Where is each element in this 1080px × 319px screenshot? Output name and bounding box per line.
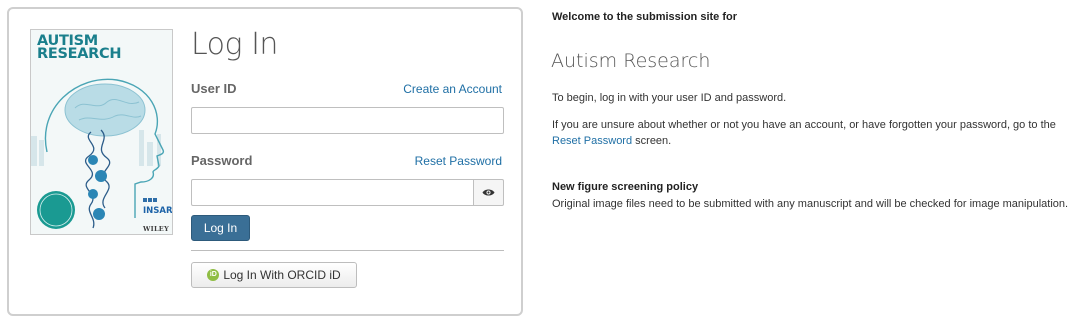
journal-name: Autism Research [551, 50, 711, 72]
account-help-text-end: screen. [632, 135, 672, 147]
orcid-icon: iD [207, 269, 220, 281]
user-id-input[interactable] [191, 107, 504, 134]
reset-password-link[interactable]: Reset Password [415, 154, 502, 168]
orcid-button-label: Log In With ORCID iD [223, 268, 341, 282]
journal-cover-image: AUTISM RESEARCH INSAR WILEY [30, 29, 173, 235]
password-label: Password [191, 153, 253, 168]
cover-publisher: WILEY [143, 225, 170, 233]
password-field-group [191, 179, 504, 206]
user-id-label: User ID [191, 81, 237, 96]
create-account-link[interactable]: Create an Account [403, 82, 502, 96]
login-panel: AUTISM RESEARCH INSAR WILEY Log In User … [7, 7, 523, 316]
cover-title-line2: RESEARCH [37, 46, 122, 62]
account-help-text-start: If you are unsure about whether or not y… [552, 119, 1056, 131]
password-input[interactable] [191, 179, 474, 206]
begin-instructions: To begin, log in with your user ID and p… [552, 92, 787, 104]
divider [191, 250, 504, 251]
cover-brand: INSAR [143, 206, 173, 216]
welcome-heading: Welcome to the submission site for [552, 11, 737, 23]
cover-title: AUTISM RESEARCH [37, 34, 122, 62]
reset-password-inline-link[interactable]: Reset Password [552, 135, 632, 147]
login-button[interactable]: Log In [191, 215, 250, 241]
login-title: Log In [191, 27, 278, 62]
eye-icon [482, 189, 495, 196]
policy-heading: New figure screening policy [552, 181, 699, 193]
account-help-text: If you are unsure about whether or not y… [552, 117, 1072, 149]
policy-text: Original image files need to be submitte… [552, 198, 1069, 210]
show-password-button[interactable] [473, 179, 504, 206]
orcid-login-button[interactable]: iD Log In With ORCID iD [191, 262, 357, 288]
